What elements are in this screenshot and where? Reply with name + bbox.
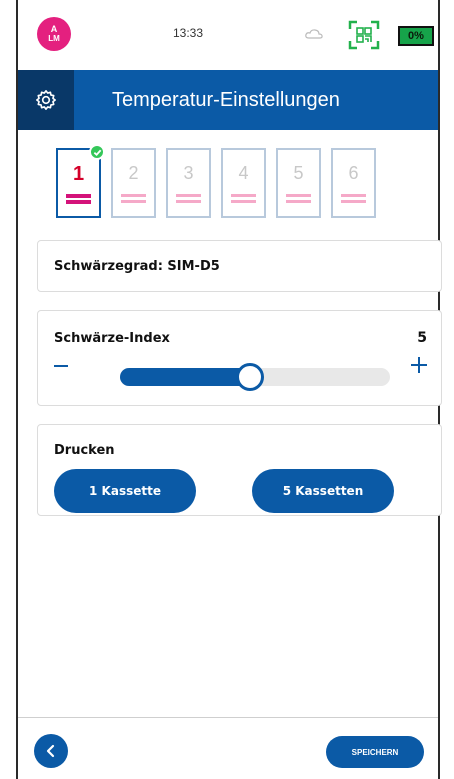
cassette-number: 2 (128, 163, 139, 183)
avatar-initials: LM (48, 34, 60, 43)
increase-button[interactable] (411, 357, 427, 373)
cassette-number: 4 (238, 163, 249, 183)
print-card: Drucken 1 Kassette 5 Kassetten (37, 424, 442, 516)
app-frame: A LM 13:33 0% Temperatur-Einstellungen 1… (16, 0, 442, 779)
cassette-stripe (121, 200, 146, 203)
avatar-initial-top: A (50, 24, 58, 34)
back-button[interactable] (34, 734, 68, 768)
darkness-slider[interactable] (120, 363, 390, 391)
cassette-number: 1 (72, 163, 85, 185)
page-title: Temperatur-Einstellungen (112, 88, 340, 111)
cassette-1[interactable]: 1 (56, 144, 105, 218)
cassette-stripe (286, 194, 311, 197)
darkness-index-label: Schwärze-Index (54, 331, 170, 346)
page-header: Temperatur-Einstellungen (18, 70, 438, 130)
settings-button[interactable] (18, 70, 74, 130)
cassette-stripe (66, 194, 91, 198)
cassette-stripe (66, 200, 91, 204)
decrease-button[interactable] (54, 365, 68, 367)
cassette-3[interactable]: 3 (166, 148, 211, 218)
print-label: Drucken (54, 443, 115, 458)
cassette-4[interactable]: 4 (221, 148, 266, 218)
cassette-stripe (176, 200, 201, 203)
slider-fill (120, 368, 248, 386)
footer-bar: SPEICHERN (18, 717, 438, 779)
darkness-index-value: 5 (417, 330, 427, 346)
cassette-5[interactable]: 5 (276, 148, 321, 218)
cassette-stripe (341, 200, 366, 203)
cassette-number: 3 (183, 163, 194, 183)
cassette-selector: 1 2 3 4 5 6 (56, 144, 376, 220)
check-icon (89, 144, 105, 160)
battery-indicator: 0% (398, 26, 434, 46)
save-button[interactable]: SPEICHERN (326, 736, 424, 768)
cassette-stripe (286, 200, 311, 203)
avatar[interactable]: A LM (37, 17, 71, 51)
cloud-icon (305, 29, 323, 39)
gear-icon (36, 90, 56, 110)
print-five-cassettes-button[interactable]: 5 Kassetten (252, 469, 394, 513)
print-one-cassette-button[interactable]: 1 Kassette (54, 469, 196, 513)
cassette-number: 6 (348, 163, 359, 183)
darkness-grade-card[interactable]: Schwärzegrad: SIM-D5 (37, 240, 442, 292)
cassette-stripe (341, 194, 366, 197)
cassette-2[interactable]: 2 (111, 148, 156, 218)
slider-thumb[interactable] (236, 363, 264, 391)
cassette-stripe (231, 194, 256, 197)
cassette-stripe (231, 200, 256, 203)
cassette-number: 5 (293, 163, 304, 183)
darkness-grade-label: Schwärzegrad: SIM-D5 (54, 258, 220, 274)
cassette-stripe (121, 194, 146, 197)
cassette-stripe (176, 194, 201, 197)
clock: 13:33 (173, 26, 204, 40)
status-bar: A LM 13:33 0% (18, 0, 438, 70)
qr-scan-icon[interactable] (348, 20, 380, 50)
chevron-left-icon (46, 744, 55, 758)
cassette-6[interactable]: 6 (331, 148, 376, 218)
darkness-index-card: Schwärze-Index 5 (37, 310, 442, 406)
